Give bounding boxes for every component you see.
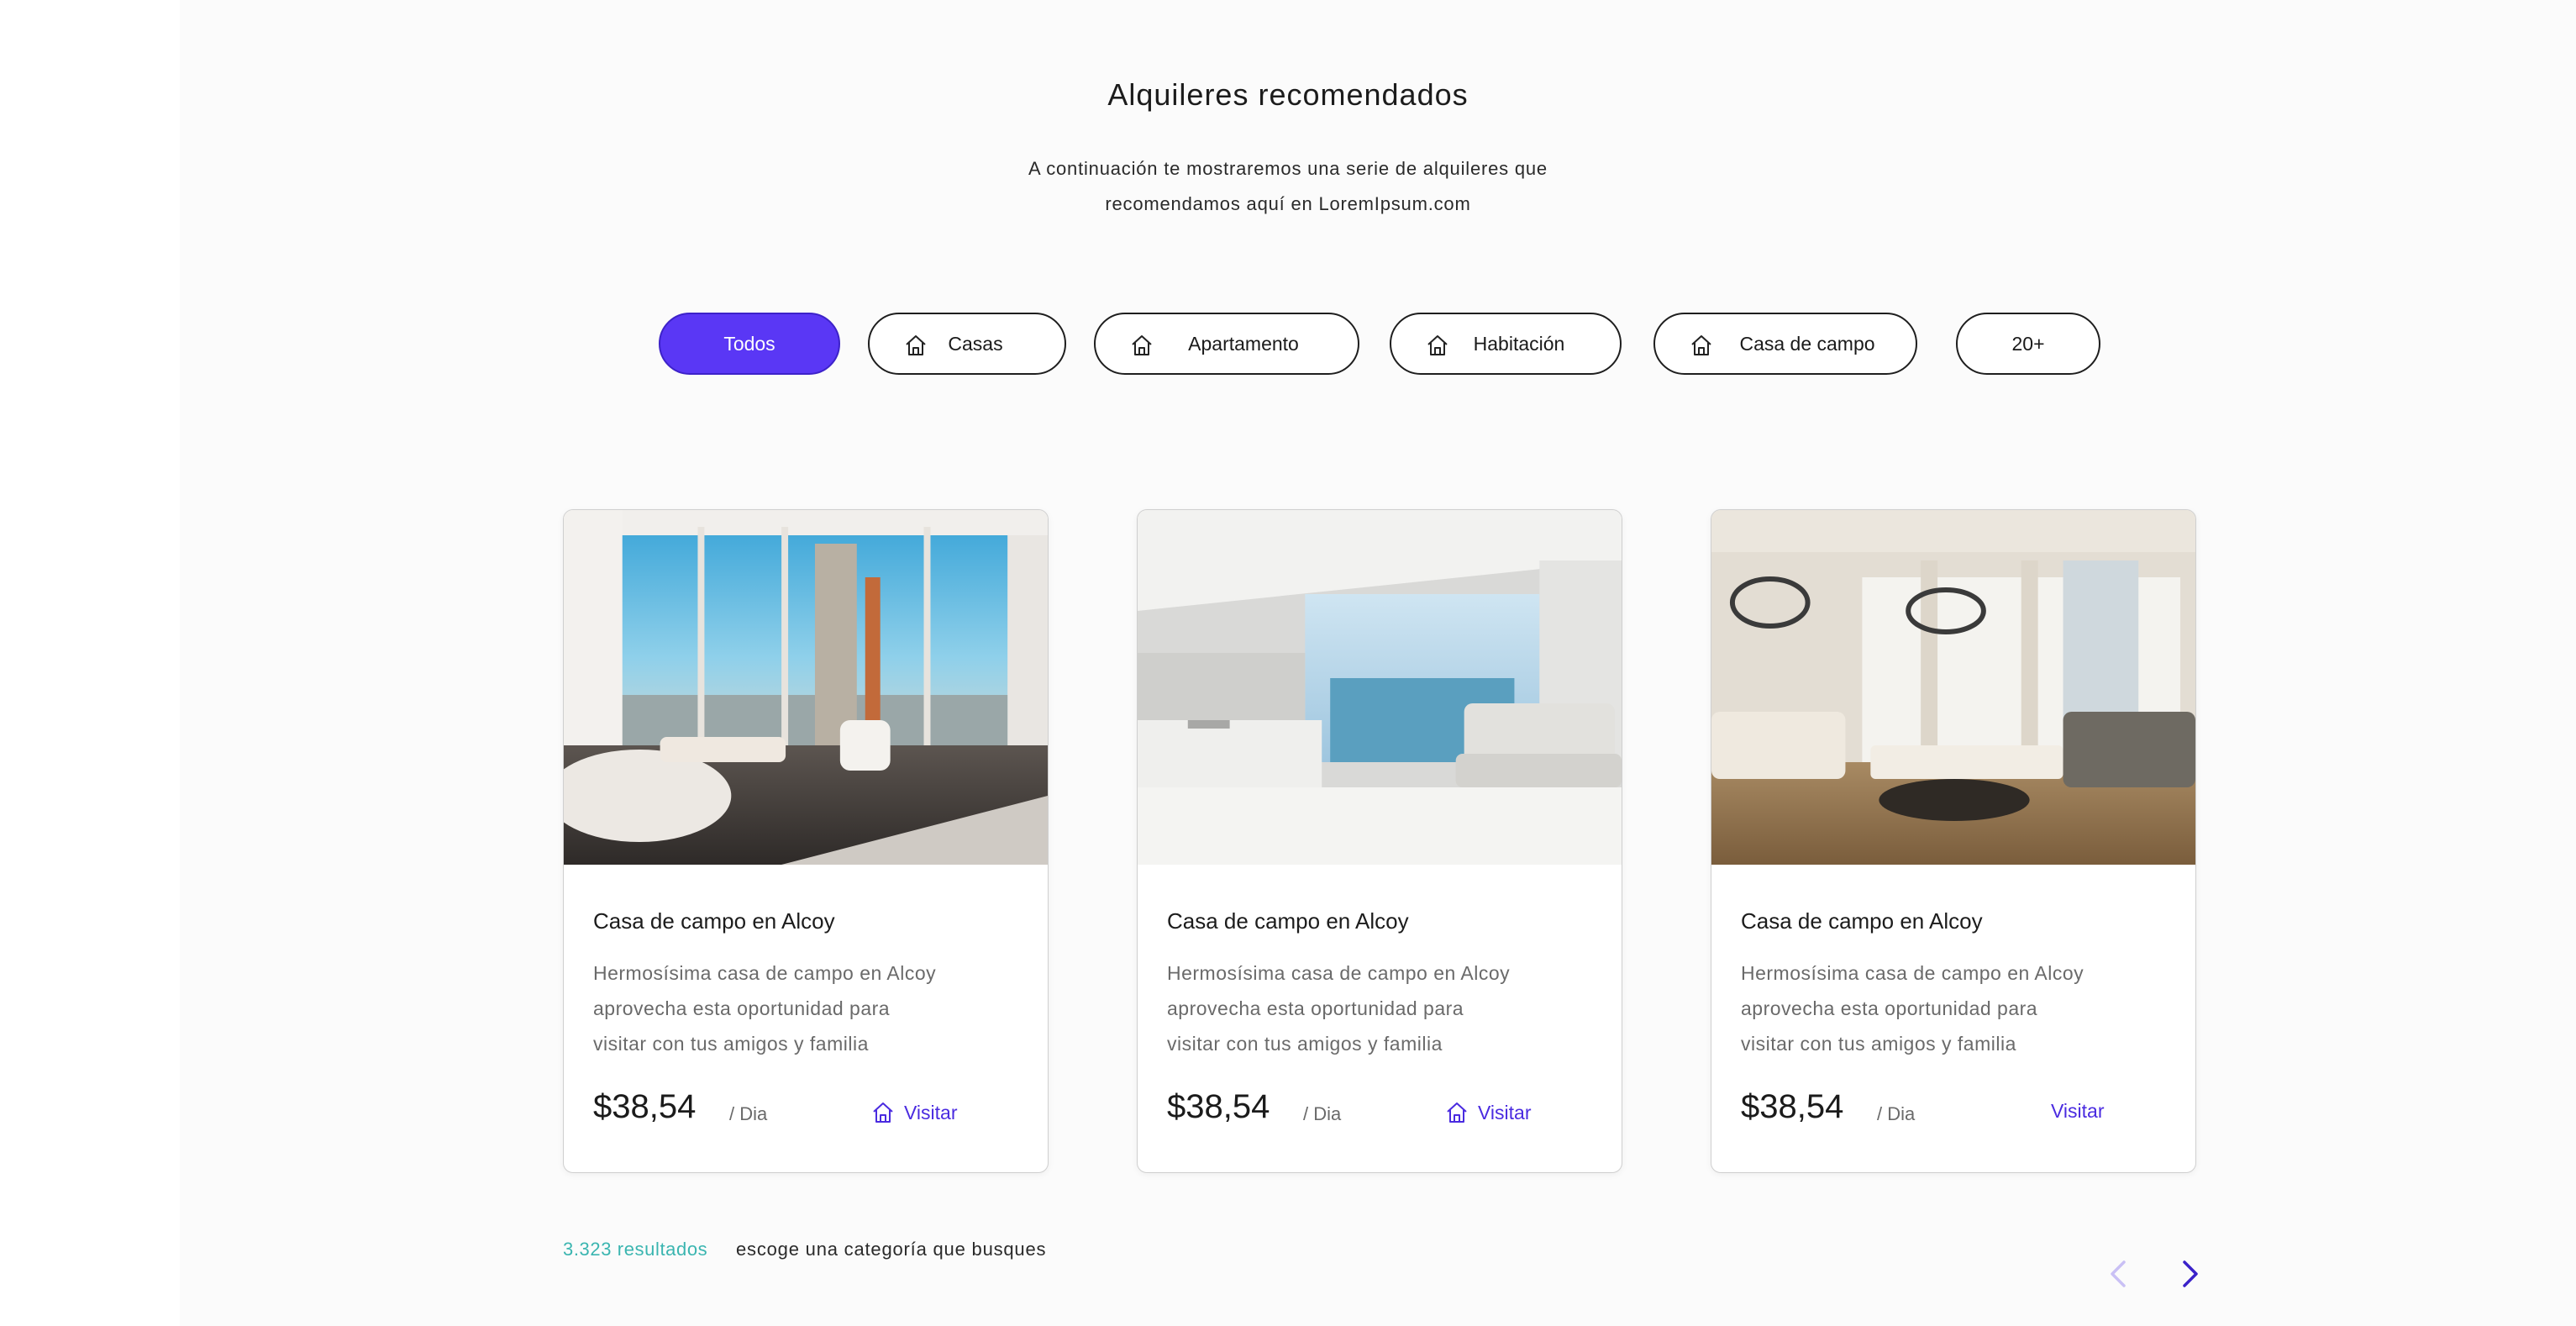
subtitle-line: recomendamos aquí en LoremIpsum.com <box>1105 193 1471 214</box>
filter-label: Casas <box>948 332 1003 355</box>
rental-card[interactable]: Casa de campo en Alcoy Hermosísima casa … <box>563 509 1049 1173</box>
rental-title: Casa de campo en Alcoy <box>593 908 835 934</box>
visit-label: Visitar <box>2051 1100 2105 1122</box>
prev-page-button[interactable] <box>2104 1257 2134 1291</box>
filter-todos[interactable]: Todos <box>659 313 840 375</box>
filter-label: 20+ <box>2011 332 2045 355</box>
filter-casas[interactable]: Casas <box>868 313 1066 375</box>
rental-description: Hermosísima casa de campo en Alcoy aprov… <box>593 955 936 1061</box>
filter-label: Casa de campo <box>1739 332 1875 355</box>
page-subtitle: A continuación te mostraremos una serie … <box>0 151 2576 222</box>
subtitle-line: A continuación te mostraremos una serie … <box>1028 158 1548 179</box>
house-icon <box>1447 1102 1467 1123</box>
house-icon <box>873 1102 893 1123</box>
rental-photo <box>564 510 1048 865</box>
rental-title: Casa de campo en Alcoy <box>1741 908 1983 934</box>
visit-link[interactable]: Visitar <box>870 1100 958 1125</box>
description-line: aprovecha esta oportunidad para <box>1741 997 2038 1019</box>
visit-link[interactable]: Visitar <box>2051 1100 2105 1123</box>
visit-link[interactable]: Visitar <box>1444 1100 1532 1125</box>
price-unit: / Dia <box>729 1103 768 1124</box>
description-line: Hermosísima casa de campo en Alcoy <box>1167 962 1511 984</box>
category-hint: escoge una categoría que busques <box>736 1239 1047 1260</box>
page-title: Alquileres recomendados <box>1107 77 1469 112</box>
description-line: aprovecha esta oportunidad para <box>1167 997 1464 1019</box>
rental-description: Hermosísima casa de campo en Alcoy aprov… <box>1741 955 2084 1061</box>
rental-card[interactable]: Casa de campo en Alcoy Hermosísima casa … <box>1137 509 1622 1173</box>
filter-more[interactable]: 20+ <box>1956 313 2100 375</box>
chevron-left-icon <box>2111 1260 2126 1287</box>
house-icon <box>1129 333 1154 358</box>
chevron-right-icon <box>2183 1260 2198 1287</box>
visit-label: Visitar <box>1478 1101 1532 1123</box>
description-line: Hermosísima casa de campo en Alcoy <box>1741 962 2084 984</box>
rental-price: $38,54 <box>1741 1088 1844 1125</box>
price-unit: / Dia <box>1303 1103 1342 1124</box>
rental-description: Hermosísima casa de campo en Alcoy aprov… <box>1167 955 1510 1061</box>
house-icon <box>1425 333 1450 358</box>
description-line: aprovecha esta oportunidad para <box>593 997 891 1019</box>
house-icon <box>903 333 928 358</box>
filter-label: Apartamento <box>1188 332 1299 355</box>
description-line: Hermosísima casa de campo en Alcoy <box>593 962 937 984</box>
description-line: visitar con tus amigos y familia <box>1167 1033 1443 1055</box>
results-count: 3.323 resultados <box>563 1239 708 1260</box>
rental-photo <box>1138 510 1622 865</box>
house-icon <box>1689 333 1714 358</box>
visit-label: Visitar <box>904 1101 958 1123</box>
filter-apartamento[interactable]: Apartamento <box>1094 313 1359 375</box>
filter-label: Todos <box>723 332 775 355</box>
filter-casa-de-campo[interactable]: Casa de campo <box>1653 313 1917 375</box>
price-unit: / Dia <box>1877 1103 1916 1124</box>
filter-label: Habitación <box>1473 332 1565 355</box>
rental-card[interactable]: Casa de campo en Alcoy Hermosísima casa … <box>1711 509 2196 1173</box>
description-line: visitar con tus amigos y familia <box>1741 1033 2016 1055</box>
description-line: visitar con tus amigos y familia <box>593 1033 869 1055</box>
rental-price: $38,54 <box>1167 1088 1270 1125</box>
next-page-button[interactable] <box>2174 1257 2205 1291</box>
category-filters: Todos Casas Apartamento Habitación Casa … <box>0 313 2576 380</box>
rental-photo <box>1711 510 2195 865</box>
rental-price: $38,54 <box>593 1088 697 1125</box>
filter-habitacion[interactable]: Habitación <box>1390 313 1622 375</box>
rental-title: Casa de campo en Alcoy <box>1167 908 1409 934</box>
